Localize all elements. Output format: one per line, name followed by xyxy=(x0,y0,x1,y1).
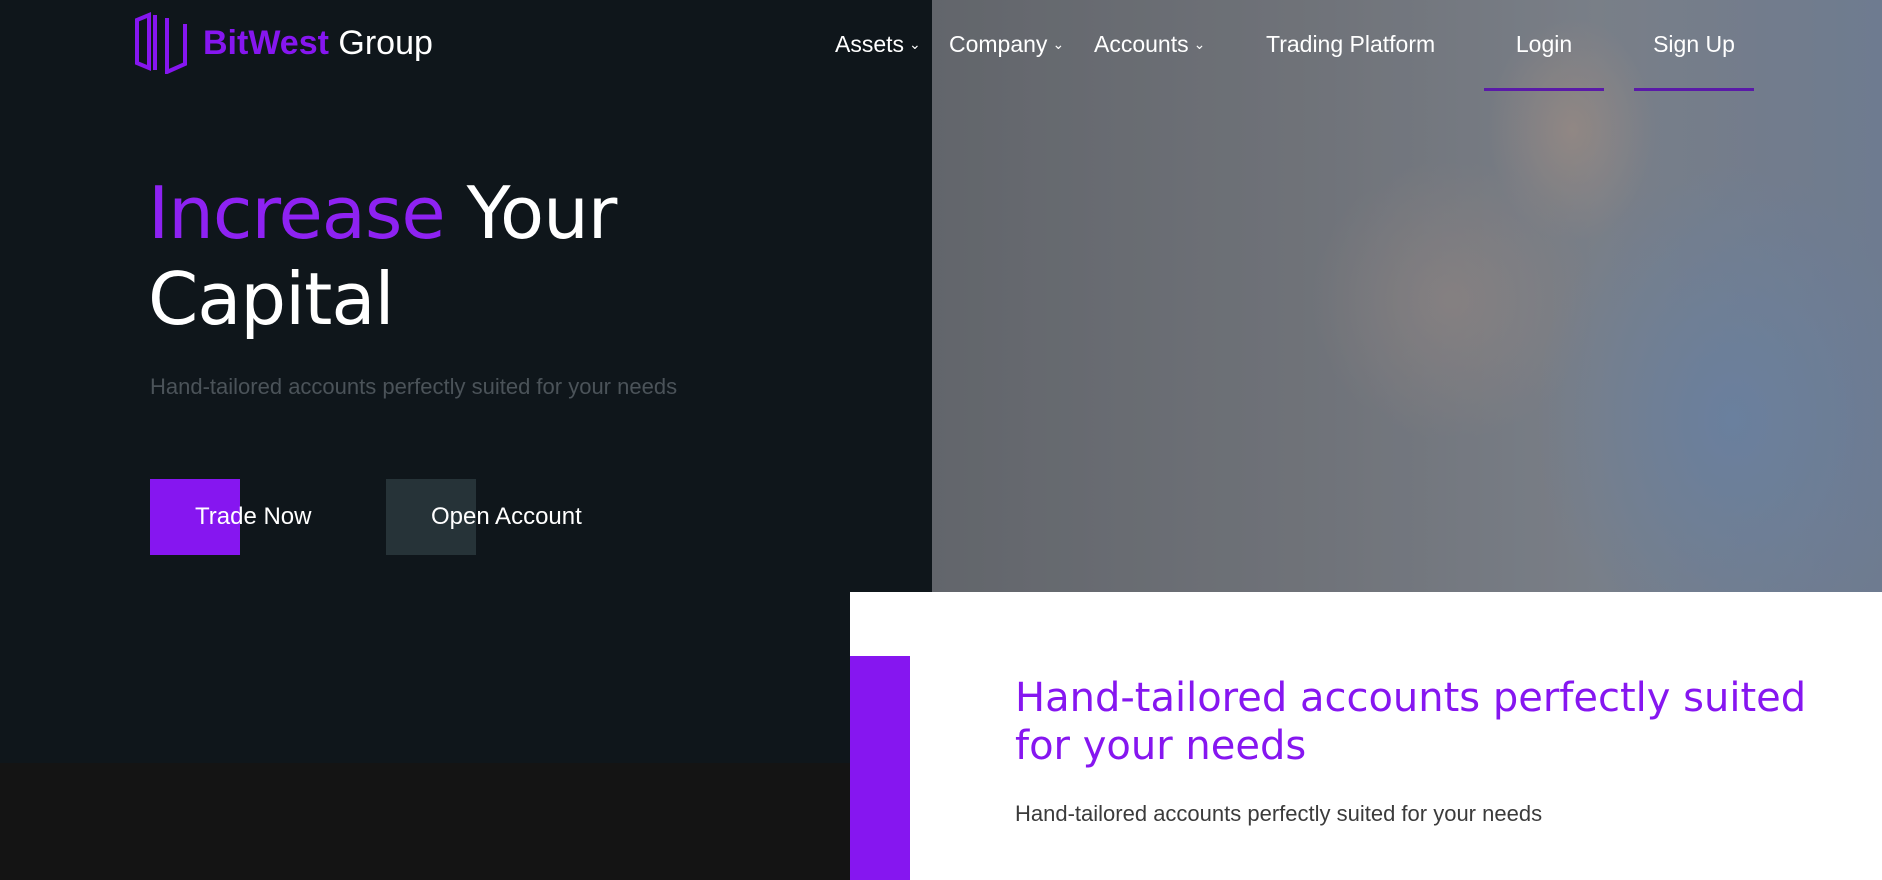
nav-item-trading-platform[interactable]: Trading Platform xyxy=(1266,28,1435,60)
footer-strip xyxy=(0,763,850,880)
logo-brand-rest: Group xyxy=(338,24,433,62)
card-title: Hand-tailored accounts perfectly suited … xyxy=(1015,675,1807,769)
nav-label: Company xyxy=(949,31,1048,57)
login-button[interactable]: Login xyxy=(1484,28,1604,91)
trade-now-label: Trade Now xyxy=(195,503,312,530)
card-accent-bar xyxy=(850,656,910,880)
nav-label: Trading Platform xyxy=(1266,31,1436,57)
signup-underline xyxy=(1634,88,1754,91)
open-account-button[interactable]: Open Account xyxy=(386,479,582,555)
nav-label: Assets xyxy=(835,31,905,57)
logo-wordmark: BitWest Group xyxy=(203,26,433,60)
signup-button[interactable]: Sign Up xyxy=(1634,28,1754,91)
headline-accent: Increase xyxy=(148,171,446,255)
chevron-down-icon: ⌄ xyxy=(1193,35,1206,52)
hero-subtitle: Hand-tailored accounts perfectly suited … xyxy=(150,374,678,399)
login-underline xyxy=(1484,88,1604,91)
trade-now-button[interactable]: Trade Now xyxy=(150,479,311,555)
site-logo[interactable]: BitWest Group xyxy=(133,12,433,74)
hero-headline: Increase Your Capital xyxy=(148,170,618,342)
chevron-down-icon: ⌄ xyxy=(909,35,921,52)
logo-icon xyxy=(135,12,187,74)
headline-word: Your xyxy=(466,171,618,255)
headline-word-2: Capital xyxy=(148,257,394,341)
nav-item-company[interactable]: Company ⌄ xyxy=(949,28,1064,62)
card-text: Hand-tailored accounts perfectly suited … xyxy=(1015,801,1543,826)
logo-brand-accent: BitWest xyxy=(203,24,329,62)
nav-label: Accounts xyxy=(1094,31,1189,57)
chevron-down-icon: ⌄ xyxy=(1052,35,1065,52)
login-label: Login xyxy=(1515,31,1573,57)
signup-label: Sign Up xyxy=(1653,31,1735,57)
nav-item-assets[interactable]: Assets ⌄ xyxy=(835,28,921,62)
nav-item-accounts[interactable]: Accounts ⌄ xyxy=(1094,28,1205,62)
open-account-label: Open Account xyxy=(431,503,582,530)
